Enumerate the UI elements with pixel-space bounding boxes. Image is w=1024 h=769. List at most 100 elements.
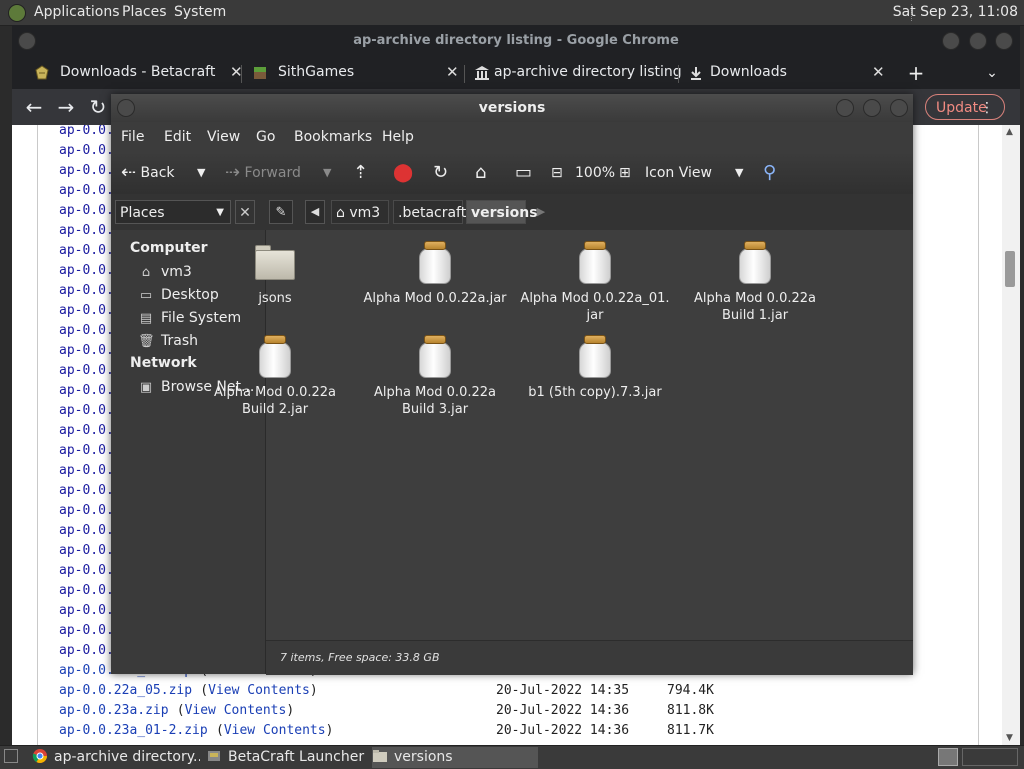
directory-link[interactable]: ap-0.0.: [59, 321, 114, 341]
directory-link[interactable]: ap-0.0.: [59, 601, 114, 621]
directory-link[interactable]: ap-0.0.: [59, 241, 114, 261]
back-button[interactable]: ⇠ Back: [121, 152, 175, 194]
breadcrumb-scroll-right-icon[interactable]: ▶: [534, 200, 548, 224]
places-menu[interactable]: Places: [122, 0, 167, 25]
minimize-button[interactable]: [942, 32, 960, 50]
folder-item[interactable]: jsons: [200, 240, 350, 307]
view-contents-link[interactable]: View Contents: [224, 723, 326, 738]
breadcrumb-versions[interactable]: versions: [466, 200, 538, 224]
directory-link[interactable]: ap-0.0.: [59, 401, 114, 421]
directory-link[interactable]: ap-0.0.: [59, 621, 114, 641]
new-tab-button[interactable]: +: [906, 57, 926, 89]
system-menu[interactable]: System: [174, 0, 226, 25]
file-item[interactable]: Alpha Mod 0.0.22a_01. jar: [520, 240, 670, 324]
menu-view[interactable]: View: [207, 122, 240, 152]
menu-help[interactable]: Help: [382, 122, 414, 152]
scroll-up-icon[interactable]: ▲: [1006, 127, 1016, 137]
update-button[interactable]: Update ⋮: [925, 94, 1005, 120]
directory-link[interactable]: ap-0.0.: [59, 421, 114, 441]
tab-search-chevron-icon[interactable]: ⌄: [982, 57, 1002, 89]
distro-logo-icon[interactable]: [8, 4, 26, 22]
close-sidebar-icon[interactable]: ✕: [235, 200, 255, 224]
breadcrumb-scroll-left-icon[interactable]: ◀: [305, 200, 325, 224]
tab-sithgames[interactable]: SithGames ✕: [244, 57, 462, 89]
zoom-out-icon[interactable]: ⊟: [551, 152, 563, 194]
directory-link[interactable]: ap-0.0.: [59, 501, 114, 521]
maximize-button[interactable]: [863, 99, 881, 117]
reload-icon[interactable]: ↻: [84, 93, 112, 121]
directory-link[interactable]: ap-0.0.: [59, 181, 114, 201]
file-item[interactable]: Alpha Mod 0.0.22a Build 3.jar: [360, 334, 510, 418]
scroll-down-icon[interactable]: ▼: [1006, 733, 1016, 743]
directory-link[interactable]: ap-0.0.: [59, 361, 114, 381]
menu-go[interactable]: Go: [256, 122, 275, 152]
directory-link[interactable]: ap-0.0.: [59, 461, 114, 481]
file-link[interactable]: ap-0.0.22a_05.zip: [59, 681, 192, 701]
scrollbar-thumb[interactable]: [1005, 251, 1015, 287]
directory-link[interactable]: ap-0.0.: [59, 201, 114, 221]
view-contents-link[interactable]: View Contents: [208, 683, 310, 698]
stop-icon[interactable]: ⬤: [393, 152, 413, 194]
show-desktop-icon[interactable]: [4, 749, 18, 763]
applications-menu[interactable]: Applications: [34, 0, 120, 25]
breadcrumb-vm3[interactable]: ⌂ vm3: [331, 200, 389, 224]
window-menu-button[interactable]: [117, 99, 135, 117]
task-chrome[interactable]: ap-archive directory...: [32, 747, 200, 768]
directory-link[interactable]: ap-0.0.: [59, 521, 114, 541]
minimize-button[interactable]: [836, 99, 854, 117]
menu-bookmarks[interactable]: Bookmarks: [294, 122, 372, 152]
file-item[interactable]: Alpha Mod 0.0.22a Build 1.jar: [680, 240, 830, 324]
directory-link[interactable]: ap-0.0.: [59, 541, 114, 561]
forward-button[interactable]: ⇢ Forward: [225, 152, 301, 194]
back-arrow-icon[interactable]: ←: [20, 93, 48, 121]
directory-link[interactable]: ap-0.0.: [59, 141, 114, 161]
kebab-menu-icon[interactable]: ⋮: [980, 95, 994, 121]
menu-file[interactable]: File: [121, 122, 144, 152]
task-betacraft-launcher[interactable]: BetaCraft Launcher ...: [206, 747, 366, 768]
directory-link[interactable]: ap-0.0.: [59, 161, 114, 181]
tab-downloads-betacraft[interactable]: Downloads - Betacraft ✕: [26, 57, 243, 89]
sidebar-item-vm3[interactable]: ⌂ vm3: [138, 262, 192, 282]
close-tab-icon[interactable]: ✕: [872, 57, 885, 87]
maximize-button[interactable]: [969, 32, 987, 50]
directory-link[interactable]: ap-0.0.: [59, 125, 114, 141]
directory-link[interactable]: ap-0.0.: [59, 441, 114, 461]
forward-arrow-icon[interactable]: →: [52, 93, 80, 121]
zoom-in-icon[interactable]: ⊞: [619, 152, 631, 194]
search-icon[interactable]: ⚲: [763, 152, 776, 194]
menu-edit[interactable]: Edit: [164, 122, 191, 152]
window-menu-button[interactable]: [18, 32, 36, 50]
file-item[interactable]: Alpha Mod 0.0.22a.jar: [360, 240, 510, 307]
directory-link[interactable]: ap-0.0.: [59, 301, 114, 321]
directory-link[interactable]: ap-0.0.: [59, 561, 114, 581]
sidebar-type-select[interactable]: Places ▼: [115, 200, 231, 224]
directory-link[interactable]: ap-0.0.: [59, 381, 114, 401]
sidebar-item-trash[interactable]: 🗑 Trash: [138, 331, 198, 351]
tab-ap-archive[interactable]: ap-archive directory listing: [466, 57, 682, 89]
view-mode-select[interactable]: Icon View: [645, 152, 712, 194]
view-mode-dropdown-icon[interactable]: ▼: [735, 152, 743, 194]
edit-location-icon[interactable]: ✎: [269, 200, 293, 224]
directory-link[interactable]: ap-0.0.: [59, 581, 114, 601]
directory-link[interactable]: ap-0.0.: [59, 341, 114, 361]
tab-downloads[interactable]: Downloads ✕: [680, 57, 890, 89]
home-folder-icon[interactable]: ⌂: [475, 152, 486, 194]
close-window-button[interactable]: [890, 99, 908, 117]
close-tab-icon[interactable]: ✕: [446, 57, 459, 87]
workspace-2[interactable]: [962, 748, 1018, 766]
file-item[interactable]: b1 (5th copy).7.3.jar: [520, 334, 670, 401]
directory-link[interactable]: ap-0.0.: [59, 261, 114, 281]
forward-history-dropdown-icon[interactable]: ▼: [323, 152, 331, 194]
directory-link[interactable]: ap-0.0.: [59, 221, 114, 241]
directory-link[interactable]: ap-0.0.: [59, 481, 114, 501]
up-arrow-icon[interactable]: ⇡: [353, 152, 368, 194]
file-item[interactable]: Alpha Mod 0.0.22a Build 2.jar: [200, 334, 350, 418]
workspace-1[interactable]: [938, 748, 958, 766]
computer-icon[interactable]: ▭: [515, 152, 532, 194]
back-history-dropdown-icon[interactable]: ▼: [197, 152, 205, 194]
clock[interactable]: Sat Sep 23, 11:08: [893, 0, 1018, 25]
view-contents-link[interactable]: View Contents: [185, 703, 287, 718]
file-link[interactable]: ap-0.0.23a.zip: [59, 701, 169, 721]
directory-link[interactable]: ap-0.0.: [59, 641, 114, 661]
page-scrollbar[interactable]: ▲ ▼: [1002, 125, 1020, 747]
